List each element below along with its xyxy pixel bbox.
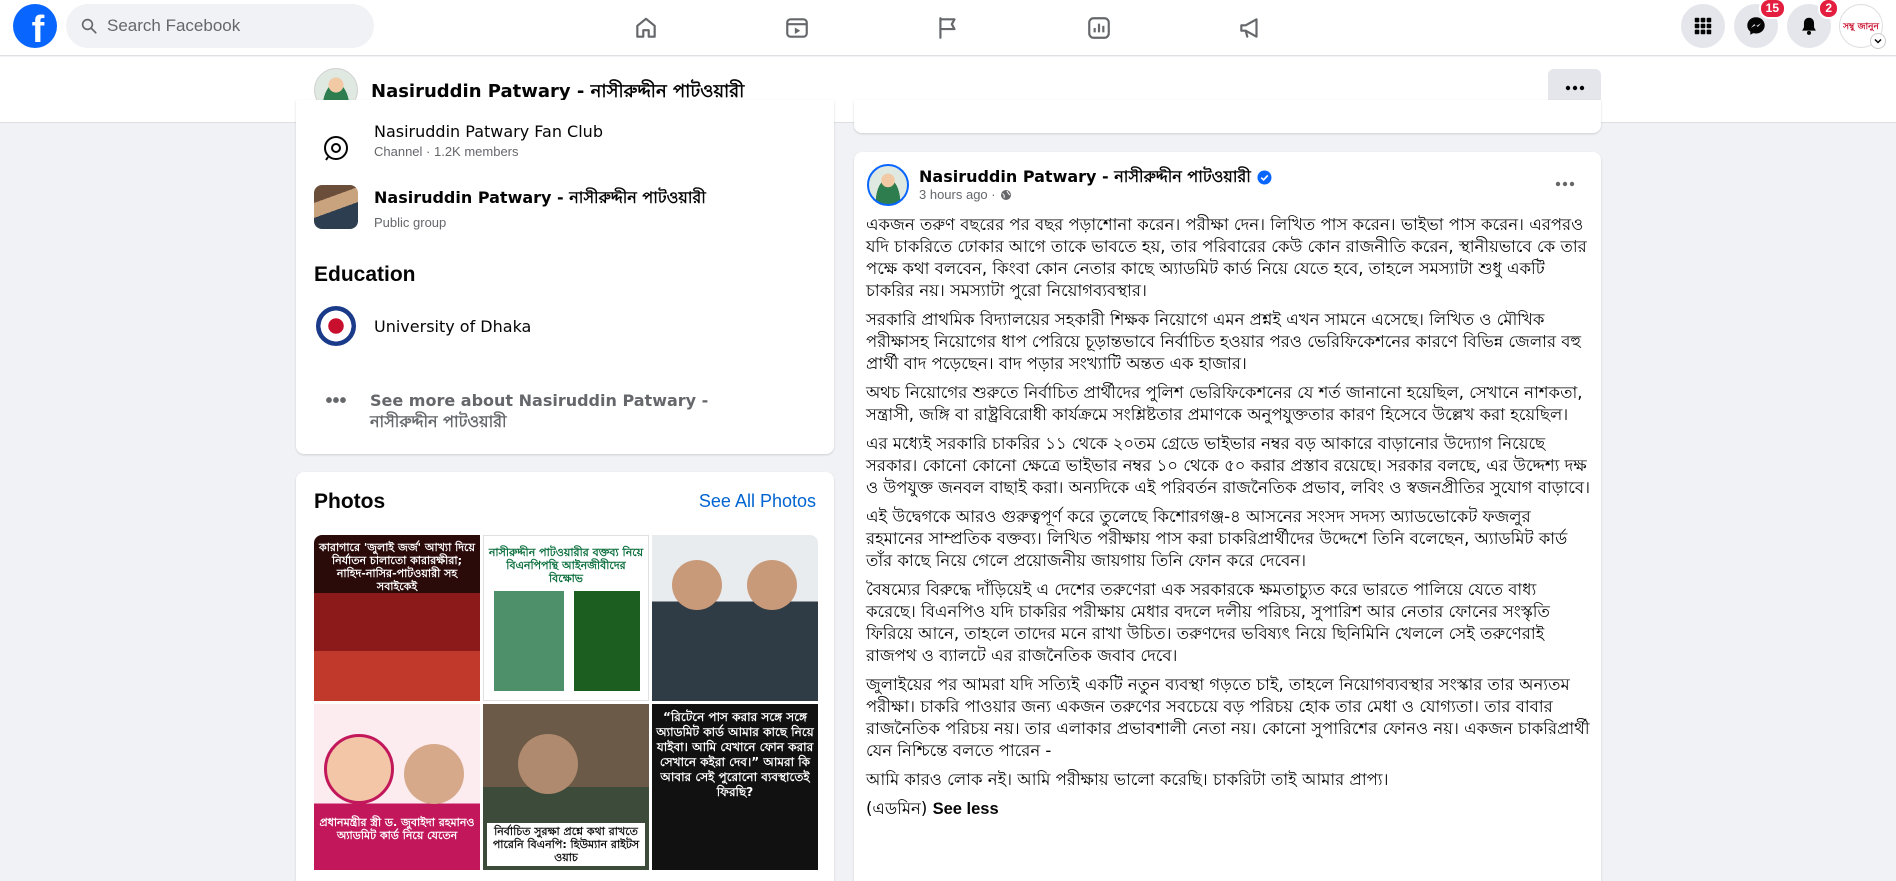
post-body: একজন তরুণ বছরের পর বছর পড়াশোনা করেন। পর… <box>866 214 1591 827</box>
post-signoff: (এডমিন) <box>866 799 928 818</box>
photos-card: Photos See All Photos কারাগারে 'জুলাই জর… <box>296 472 834 881</box>
post-options-button[interactable] <box>1547 166 1583 202</box>
channel-meta: Channel · 1.2K members <box>374 144 519 159</box>
menu-button[interactable] <box>1681 4 1725 48</box>
photo-tile[interactable]: কারাগারে 'জুলাই জর্জ' আখ্যা দিয়ে নির্যা… <box>314 535 480 701</box>
photo-person-face <box>324 734 394 804</box>
photos-heading: Photos <box>314 490 386 513</box>
university-logo <box>316 306 356 346</box>
photo-graphic <box>574 591 640 691</box>
megaphone-icon <box>1240 18 1258 38</box>
photo-caption: কারাগারে 'জুলাই জর্জ' আখ্যা দিয়ে নির্যা… <box>319 541 475 593</box>
messenger-badge: 15 <box>1758 0 1786 19</box>
photo-person-face <box>672 560 722 610</box>
post-meta: 3 hours ago · <box>919 187 1012 202</box>
photo-caption: “রিটেনে পাস করার সঙ্গে সঙ্গে অ্যাডমিট কা… <box>656 710 814 799</box>
chevron-down-icon <box>1874 38 1882 44</box>
more-dots-icon <box>1565 85 1584 90</box>
messenger-button[interactable]: 15 <box>1734 0 1786 48</box>
see-more-about-row[interactable]: ••• See more about Nasiruddin Patwary - … <box>314 390 780 432</box>
photo-tile[interactable]: “রিটেনে পাস করার সঙ্গে সঙ্গে অ্যাডমিট কা… <box>652 704 818 870</box>
post-paragraph: এই উদ্বেগকে আরও গুরুত্বপূর্ণ করে তুলেছে … <box>866 507 1568 570</box>
nav-video[interactable] <box>742 4 852 52</box>
grid-menu-icon <box>1694 17 1712 35</box>
post-paragraph: বৈষম্যের বিরুদ্ধে দাঁড়িয়েই এ দেশের তরু… <box>866 580 1550 665</box>
dashboard-icon <box>1088 17 1110 39</box>
nav-home[interactable] <box>591 4 701 52</box>
more-dots-icon <box>1555 181 1575 187</box>
top-navigation-bar: f 15 2 সম্বু জানুন <box>0 0 1896 56</box>
nav-ads[interactable] <box>1195 4 1305 52</box>
more-dots-icon: ••• <box>325 390 347 412</box>
post-paragraph: অথচ নিয়োগের শুরুতে নির্বাচিত প্রার্থীদে… <box>866 383 1583 424</box>
photo-tile[interactable]: প্রধানমন্ত্রীর স্ত্রী ড. জুবাইদা রহমানও … <box>314 704 480 870</box>
channel-name[interactable]: Nasiruddin Patwary Fan Club <box>374 122 603 141</box>
flag-icon <box>939 17 956 39</box>
see-less-link[interactable]: See less <box>933 800 999 818</box>
search-box[interactable] <box>66 4 374 48</box>
group-row[interactable]: Nasiruddin Patwary - নাসীরুদ্দীন পাটওয়া… <box>314 185 706 230</box>
account-chevron[interactable] <box>1870 33 1886 49</box>
education-row[interactable]: University of Dhaka <box>314 304 531 348</box>
notifications-badge: 2 <box>1818 0 1839 19</box>
see-more-about-text[interactable]: See more about Nasiruddin Patwary - নাসী… <box>370 390 780 432</box>
photo-grid: কারাগারে 'জুলাই জর্জ' আখ্যা দিয়ে নির্যা… <box>314 535 818 870</box>
group-thumbnail <box>314 185 358 229</box>
profile-mini-text: সম্বু জানুন <box>1843 21 1879 32</box>
nav-pages[interactable] <box>893 4 1003 52</box>
education-name[interactable]: University of Dhaka <box>374 317 531 336</box>
post-paragraph: জুলাইয়ের পর আমরা যদি সত্যিই একটি নতুন ব… <box>866 675 1590 760</box>
photo-tile[interactable] <box>652 535 818 701</box>
post-paragraph: একজন তরুণ বছরের পর বছর পড়াশোনা করেন। পর… <box>866 215 1587 300</box>
globe-icon <box>1000 189 1011 200</box>
university-logo-wrap <box>314 304 358 348</box>
photo-caption: প্রধানমন্ত্রীর স্ত্রী ড. জুবাইদা রহমানও … <box>319 816 475 842</box>
facebook-logo-letter: f <box>31 9 45 48</box>
search-input[interactable] <box>107 16 347 36</box>
post-timestamp[interactable]: 3 hours ago · <box>919 187 996 202</box>
photo-person-face <box>518 734 578 794</box>
previous-post-card-edge <box>854 100 1601 133</box>
photo-person-face <box>404 744 464 804</box>
photo-graphic <box>494 591 564 691</box>
verified-badge-icon <box>1257 170 1272 185</box>
bell-icon <box>1802 17 1816 35</box>
group-name[interactable]: Nasiruddin Patwary - নাসীরুদ্দীন পাটওয়া… <box>374 185 706 212</box>
post-author-avatar[interactable] <box>867 164 909 206</box>
channel-icon <box>324 136 348 161</box>
group-meta: Public group <box>374 215 447 230</box>
video-icon <box>786 18 808 38</box>
notifications-button[interactable]: 2 <box>1787 0 1839 48</box>
post-paragraph: সরকারি প্রাথমিক বিদ্যালয়ের সহকারী শিক্ষ… <box>866 310 1581 373</box>
photo-caption: নির্বাচিত সুরক্ষা প্রশ্নে কথা রাখতে পারে… <box>487 823 645 866</box>
messenger-icon <box>1747 17 1765 35</box>
home-icon <box>636 17 656 38</box>
photo-tile[interactable]: নাসীরুদ্দীন পাটওয়ারীর বক্তব্য নিয়ে বিএ… <box>483 535 649 701</box>
post-paragraph: এর মধ্যেই সরকারি চাকরির ১১ থেকে ২০তম গ্র… <box>866 434 1590 497</box>
see-all-photos-link[interactable]: See All Photos <box>699 491 816 512</box>
nav-dashboard[interactable] <box>1044 4 1154 52</box>
post-paragraph: আমি কারও লোক নই। আমি পরীক্ষায় ভালো করেছ… <box>866 770 1389 789</box>
post-card: Nasiruddin Patwary - নাসীরুদ্দীন পাটওয়া… <box>854 152 1601 881</box>
post-signoff-row: (এডমিন) See less <box>866 798 1591 820</box>
search-icon <box>81 18 97 34</box>
photo-caption: নাসীরুদ্দীন পাটওয়ারীর বক্তব্য নিয়ে বিএ… <box>488 546 644 585</box>
facebook-logo[interactable]: f <box>13 4 57 48</box>
photo-person-face <box>747 560 797 610</box>
channel-row[interactable]: Nasiruddin Patwary Fan Club Channel · 1.… <box>314 122 603 170</box>
channel-icon-wrap <box>314 126 358 170</box>
intro-card: Nasiruddin Patwary Fan Club Channel · 1.… <box>296 100 834 454</box>
education-heading: Education <box>314 263 416 286</box>
photo-tile[interactable]: নির্বাচিত সুরক্ষা প্রশ্নে কথা রাখতে পারে… <box>483 704 649 870</box>
